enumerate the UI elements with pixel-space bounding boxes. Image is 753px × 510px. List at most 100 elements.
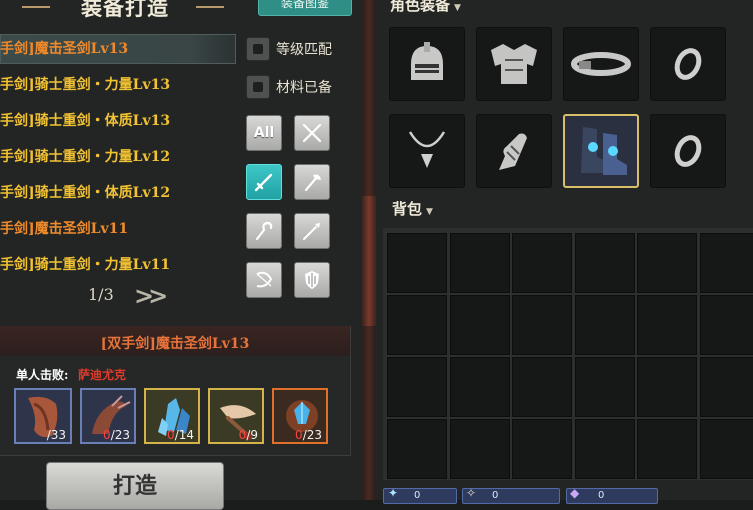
page-indicator: 1/3 [88,285,114,304]
purple-gem-currency-icon: ◆ [570,486,579,500]
double-chevron-right-icon[interactable]: >> [134,281,162,310]
filter-hook-button[interactable] [246,213,282,249]
filter-spear-button[interactable] [294,213,330,249]
material-slot[interactable]: 0/14 [144,388,200,444]
equip-slot-helmet[interactable] [389,27,465,101]
currency-claw [462,488,560,504]
helmet-icon [405,40,449,88]
solo-kill-label: 单人击败: [16,366,68,383]
material-slot[interactable]: 0/9 [208,388,264,444]
craft-button[interactable]: 打造 [46,462,224,510]
recipe-item[interactable]: 手剑]骑士重剑・力量Lv12 [0,142,236,172]
necklace-icon [402,126,452,176]
bag-slot[interactable] [450,357,510,417]
boots-icon [567,117,635,185]
bag-slot[interactable] [575,357,635,417]
currency-value: 0 [492,490,498,501]
claw-currency-icon: ✧ [466,486,476,500]
recipe-label: 手剑]魔击圣剑Lv13 [0,41,128,57]
bag-slot[interactable] [637,357,697,417]
bag-slot[interactable] [387,419,447,479]
equipment-title: 角色装备▼ [390,0,461,15]
currency-purple-gem [566,488,658,504]
equip-slot-gloves[interactable] [476,114,552,188]
caret-down-icon: ▼ [454,3,461,13]
bag-slot[interactable] [512,357,572,417]
materials-ready-label: 材料已备 [276,77,332,97]
recipe-item[interactable]: 手剑]骑士重剑・力量Lv13 [0,70,236,100]
recipe-label: 手剑]魔击圣剑Lv11 [0,221,128,237]
materials-ready-checkbox[interactable] [246,75,270,99]
spear-icon [300,219,324,243]
sword-icon [252,170,276,194]
filter-bow-button[interactable] [246,262,282,298]
equip-slot-ring-2[interactable] [650,114,726,188]
hook-icon [252,219,276,243]
shield-icon [300,268,324,292]
bag-slot[interactable] [387,233,447,293]
currency-value: 0 [598,490,604,501]
material-slot[interactable]: 0/23 [272,388,328,444]
recipe-label: 手剑]骑士重剑・力量Lv13 [0,77,170,93]
material-slot[interactable]: 0/23 [80,388,136,444]
recipe-item[interactable]: 手剑]骑士重剑・力量Lv11 [0,250,236,280]
bag-slot[interactable] [387,295,447,355]
bag-slot[interactable] [450,233,510,293]
bag-slot[interactable] [700,357,753,417]
panel-divider-handle [362,196,376,326]
bag-title: 背包▼ [392,198,433,219]
detail-title: [双手剑]魔击圣剑Lv13 [0,333,350,353]
title-ornament [196,6,224,8]
bag-slot[interactable] [512,419,572,479]
bag-slot[interactable] [700,295,753,355]
recipe-item[interactable]: 手剑]骑士重剑・体质Lv13 [0,106,236,136]
caret-down-icon: ▼ [426,207,433,217]
recipe-list: 手剑]魔击圣剑Lv13 手剑]骑士重剑・力量Lv13 手剑]骑士重剑・体质Lv1… [0,28,237,313]
recipe-label: 手剑]骑士重剑・力量Lv12 [0,149,170,165]
crafting-title: 装备打造 [60,0,190,18]
bag-slot[interactable] [700,419,753,479]
bag-slot[interactable] [637,295,697,355]
chest-armor-icon [487,40,541,88]
title-ornament [22,6,50,8]
equip-slot-boots[interactable] [563,114,639,188]
recipe-item[interactable]: 手剑]骑士重剑・体质Lv12 [0,178,236,208]
bag-slot[interactable] [637,419,697,479]
bag-slot[interactable] [637,233,697,293]
equip-slot-chest[interactable] [476,27,552,101]
bag-slot[interactable] [450,295,510,355]
bag-slot[interactable] [512,233,572,293]
bow-icon [252,268,276,292]
bag-slot[interactable] [575,419,635,479]
filter-axe-button[interactable] [294,164,330,200]
material-count: /33 [47,428,66,442]
recipe-label: 手剑]骑士重剑・力量Lv11 [0,257,170,273]
filter-shield-button[interactable] [294,262,330,298]
filter-all-button[interactable]: All [246,115,282,151]
recipe-item[interactable]: 手剑]魔击圣剑Lv13 [0,34,236,64]
equip-slot-ring[interactable] [650,27,726,101]
level-match-label: 等级匹配 [276,39,332,59]
bag-slot[interactable] [575,295,635,355]
recipe-item[interactable]: 手剑]魔击圣剑Lv11 [0,214,236,244]
filter-crossed-swords-button[interactable] [294,115,330,151]
equipment-catalog-button[interactable]: 装备图鉴 [258,0,352,16]
ring-icon [671,133,705,169]
filter-sword-button[interactable] [246,164,282,200]
bag-slot[interactable] [575,233,635,293]
gauntlet-icon [491,126,537,176]
crossed-swords-icon [300,121,324,145]
currency-value: 0 [414,490,420,501]
axe-icon [300,170,324,194]
filter-all-label: All [254,125,274,141]
bag-slot[interactable] [450,419,510,479]
equip-slot-belt[interactable] [563,27,639,101]
level-match-checkbox[interactable] [246,37,270,61]
material-count: 0/23 [103,428,130,442]
material-slot[interactable]: /33 [14,388,72,444]
equip-slot-necklace[interactable] [389,114,465,188]
bag-slot[interactable] [512,295,572,355]
bag-slot[interactable] [700,233,753,293]
crystal-currency-icon: ✦ [388,486,398,500]
bag-slot[interactable] [387,357,447,417]
